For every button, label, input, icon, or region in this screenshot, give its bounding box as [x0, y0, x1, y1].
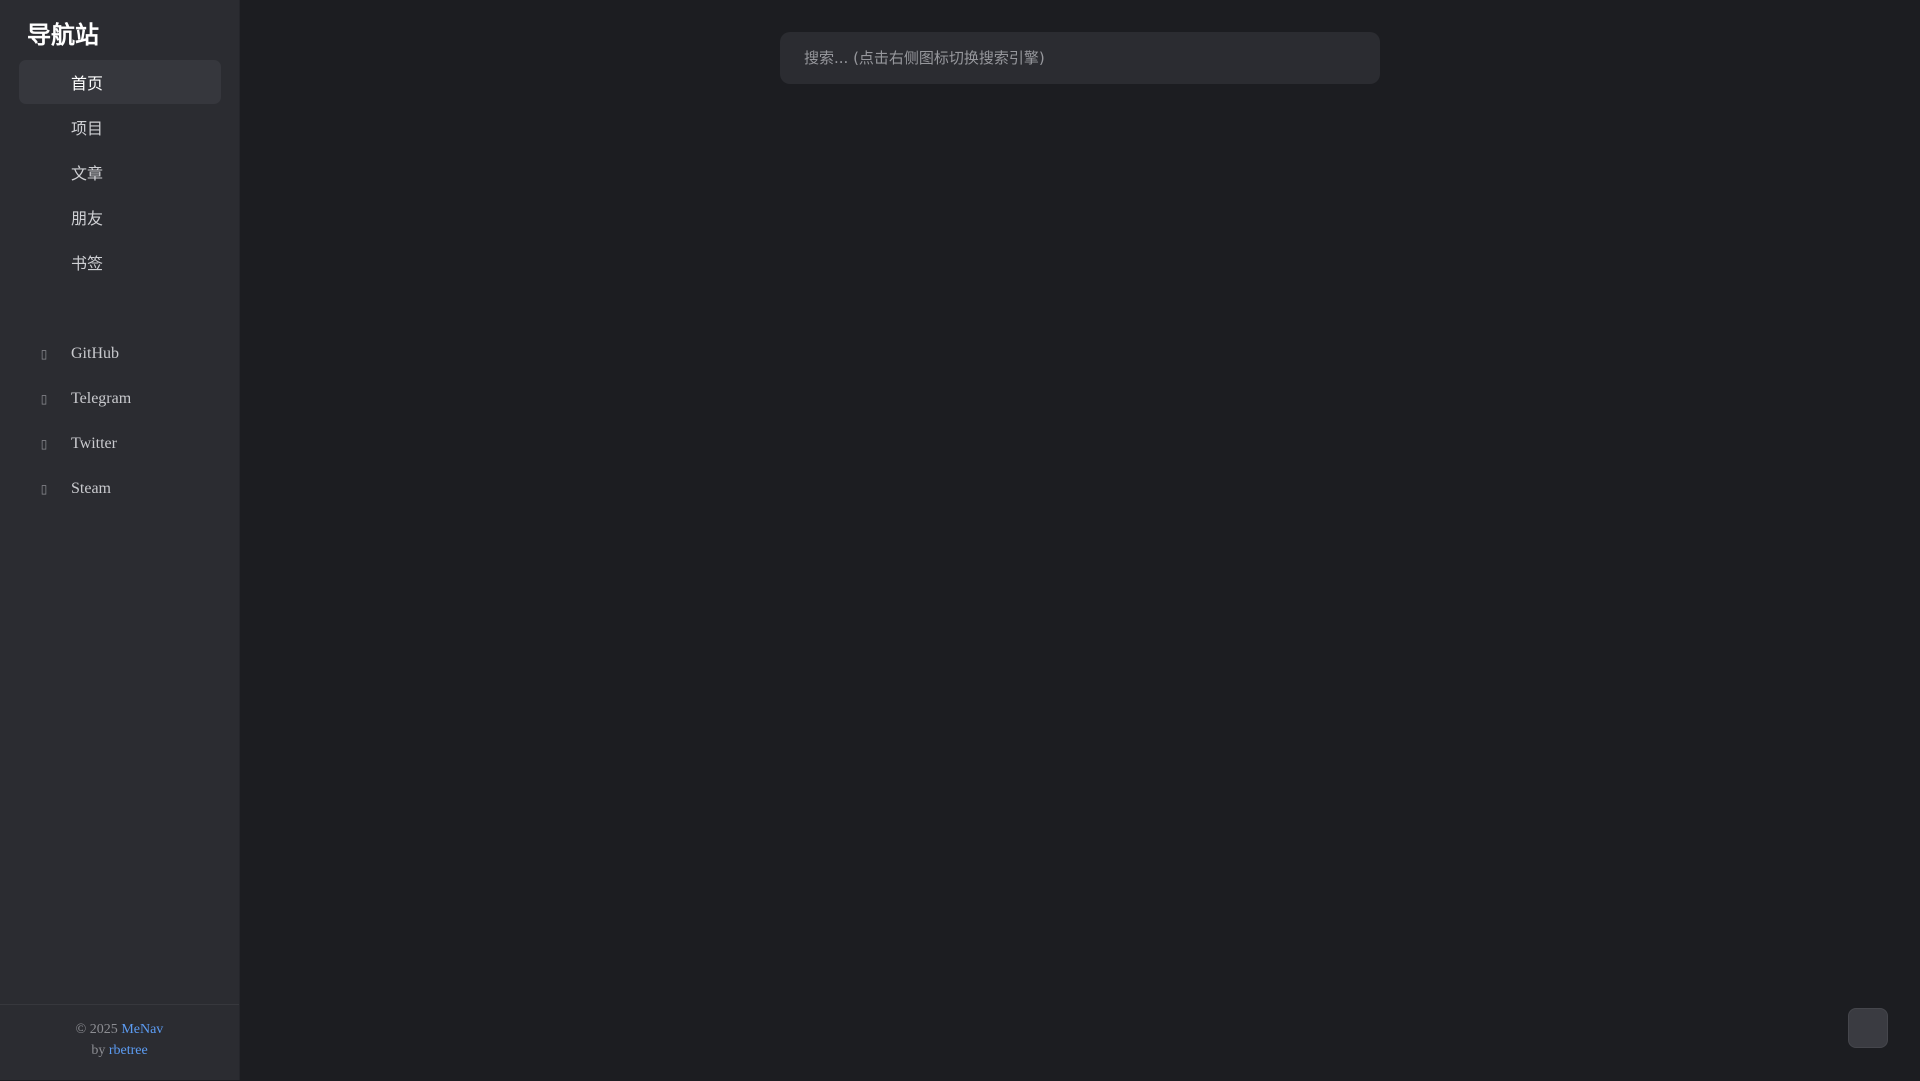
nav-item-projects[interactable]: 项目 [19, 105, 221, 149]
social-link-telegram[interactable]: ▯ Telegram [19, 377, 221, 421]
nav-item-articles[interactable]: 文章 [19, 150, 221, 194]
by-text: by [91, 1043, 109, 1058]
copyright-text: © 2025 [75, 1022, 122, 1037]
social-link-label: Steam [71, 480, 111, 497]
nav-item-label: 首页 [71, 74, 104, 93]
nav-item-label: 项目 [71, 119, 104, 138]
nav-item-label: 书签 [71, 254, 104, 273]
floating-action-button[interactable] [1848, 1008, 1888, 1048]
site-title[interactable]: 导航站 [27, 15, 99, 50]
menav-link[interactable]: MeNav [121, 1022, 163, 1037]
author-link[interactable]: rbetree [109, 1043, 148, 1058]
social-link-label: GitHub [71, 345, 119, 362]
copyright-line: © 2025 MeNav [0, 1022, 239, 1038]
social-link-twitter[interactable]: ▯ Twitter [19, 422, 221, 466]
nav-item-label: 文章 [71, 164, 104, 183]
twitter-icon: ▯ [40, 437, 48, 451]
social-links: ▯ GitHub ▯ Telegram ▯ Twitter ▯ Steam [19, 332, 221, 512]
social-link-github[interactable]: ▯ GitHub [19, 332, 221, 376]
social-link-label: Telegram [71, 390, 132, 407]
nav-item-friends[interactable]: 朋友 [19, 195, 221, 239]
search-input[interactable] [780, 32, 1380, 84]
nav-item-label: 朋友 [71, 209, 104, 228]
sidebar-footer: © 2025 MeNav by rbetree [0, 1004, 239, 1081]
nav-item-bookmarks[interactable]: 书签 [19, 240, 221, 284]
main-nav: 首页 项目 文章 朋友 书签 [19, 60, 221, 285]
steam-icon: ▯ [40, 482, 48, 496]
nav-item-home[interactable]: 首页 [19, 60, 221, 104]
sidebar: 导航站 首页 项目 文章 朋友 书签 ▯ GitHub ▯ Telegram ▯… [0, 0, 240, 1080]
social-link-steam[interactable]: ▯ Steam [19, 467, 221, 511]
telegram-icon: ▯ [40, 392, 48, 406]
social-link-label: Twitter [71, 435, 117, 452]
github-icon: ▯ [40, 347, 48, 361]
author-line: by rbetree [0, 1043, 239, 1059]
